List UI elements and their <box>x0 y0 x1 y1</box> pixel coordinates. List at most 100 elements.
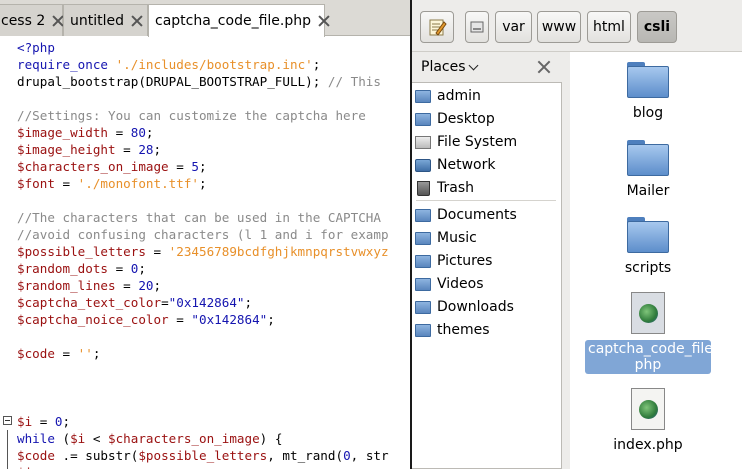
code-line: $code = ''; <box>17 345 100 362</box>
sidebar-item-label: File System <box>437 134 518 150</box>
code-line: drupal_bootstrap(DRUPAL_BOOTSTRAP_FULL);… <box>17 73 381 90</box>
location-toggle-button[interactable] <box>420 11 454 43</box>
code-token: ; <box>138 261 146 276</box>
code-editor[interactable]: cess 2 untitled captcha_code_file.php <?… <box>0 0 410 469</box>
code-token: = <box>108 125 131 140</box>
code-token: while <box>17 431 55 446</box>
sidebar-item-admin[interactable]: admin <box>412 85 560 107</box>
file-item[interactable]: index.php <box>584 388 712 454</box>
php-file-icon <box>631 388 665 430</box>
code-line: //Settings: You can customize the captch… <box>17 107 366 124</box>
sidebar-item-label: Documents <box>437 207 517 223</box>
code-token: = <box>54 176 78 191</box>
folder-icon <box>627 62 669 98</box>
code-token: ; <box>145 125 154 140</box>
tab-untitled[interactable]: untitled <box>63 4 148 36</box>
code-line: $font = './monofont.ttf'; <box>17 175 207 192</box>
root-crumb-button[interactable] <box>465 11 489 43</box>
sidebar-item-videos[interactable]: Videos <box>412 273 560 295</box>
sidebar-item-pictures[interactable]: Pictures <box>412 250 560 272</box>
code-token: = <box>32 414 55 429</box>
code-token: = <box>115 278 139 293</box>
code-line: $image_width = 80; <box>17 124 154 141</box>
code-line: $random_lines = 20; <box>17 277 161 294</box>
crumb-csli[interactable]: csli <box>637 11 677 43</box>
code-token: ; <box>267 312 275 327</box>
code-line: $possible_letters = '23456789bcdfghjkmnp… <box>17 243 389 260</box>
code-line: $code .= substr($possible_letters, mt_ra… <box>17 447 389 464</box>
fold-toggle-icon[interactable] <box>3 416 12 425</box>
close-icon[interactable] <box>537 60 551 74</box>
code-token: = <box>108 261 131 276</box>
sidebar-item-desktop[interactable]: Desktop <box>412 108 560 130</box>
folder-item[interactable]: Mailer <box>584 140 712 200</box>
file-label-line: php <box>634 357 662 373</box>
code-token: 20 <box>138 278 154 293</box>
sidebar-item-label: Network <box>437 157 496 173</box>
code-line: $image_height = 28; <box>17 141 161 158</box>
code-token: //The characters that can be used in the… <box>17 210 381 225</box>
code-token: = <box>168 312 192 327</box>
file-label: index.php <box>613 437 683 453</box>
sidebar-item-documents[interactable]: Documents <box>412 204 560 226</box>
code-token: $code <box>17 346 55 361</box>
code-token: = <box>168 159 192 174</box>
code-token: $i <box>17 465 32 469</box>
code-token: ; <box>312 57 321 72</box>
code-token: ; <box>199 159 207 174</box>
code-token: .= substr( <box>54 448 139 463</box>
folder-item[interactable]: blog <box>584 62 712 122</box>
code-token: = <box>145 244 169 259</box>
code-token: $random_lines <box>17 278 116 293</box>
sidebar-item-network[interactable]: Network <box>412 154 560 176</box>
sidebar-item-label: Pictures <box>437 253 493 269</box>
crumb-www[interactable]: www <box>537 11 581 43</box>
code-token: ( <box>54 431 71 446</box>
code-line: require_once './includes/bootstrap.inc'; <box>17 56 320 73</box>
code-line: while ($i < $characters_on_image) { <box>17 430 282 447</box>
tab-label: captcha_code_file.php <box>155 13 311 29</box>
code-token: "0x142864" <box>168 295 245 310</box>
crumb-html[interactable]: html <box>587 11 631 43</box>
code-line: $captcha_text_color="0x142864"; <box>17 294 252 311</box>
code-area[interactable]: <?php require_once './includes/bootstrap.… <box>0 36 410 469</box>
code-line: $i = 0; <box>17 413 70 430</box>
sidebar-resize-handle[interactable] <box>562 82 570 469</box>
places-sidebar: admin Desktop File System Network Trash Docum… <box>412 82 562 469</box>
sidebar-item-downloads[interactable]: Downloads <box>412 296 560 318</box>
crumb-var[interactable]: var <box>495 11 532 43</box>
code-token: $font <box>17 176 55 191</box>
code-token: $captcha_noice_color <box>17 312 169 327</box>
code-token: ) { <box>259 431 283 446</box>
code-token: $possible_letters <box>138 448 268 463</box>
folder-icon <box>415 112 431 126</box>
sidebar-item-file-system[interactable]: File System <box>412 131 560 153</box>
close-icon[interactable] <box>51 14 56 28</box>
folder-item[interactable]: scripts <box>584 217 712 277</box>
folder-icon <box>627 217 669 253</box>
code-token: ; <box>62 414 71 429</box>
close-icon[interactable] <box>130 14 141 28</box>
code-token: './monofont.ttf' <box>77 176 199 191</box>
code-token: require_once <box>17 57 108 72</box>
code-token: ; <box>153 278 162 293</box>
sidebar-item-trash[interactable]: Trash <box>412 177 560 199</box>
code-token: ; <box>199 176 207 191</box>
file-view[interactable]: blog Mailer scripts captcha_code_file. phpin… <box>570 52 742 469</box>
code-token: $i <box>70 431 86 446</box>
sidebar-item-themes[interactable]: themes <box>412 319 560 341</box>
path-toolbar: var www html csli <box>412 0 742 52</box>
sidebar-item-music[interactable]: Music <box>412 227 560 249</box>
code-token: <?php <box>17 40 55 55</box>
code-token: $image_width <box>17 125 108 140</box>
close-icon[interactable] <box>317 14 318 28</box>
file-item[interactable]: captcha_code_file. php <box>584 292 717 374</box>
tab-captcha-code-file[interactable]: captcha_code_file.php <box>148 4 325 37</box>
tab-cess-2[interactable]: cess 2 <box>0 4 63 36</box>
trash-icon <box>417 180 430 196</box>
drive-icon <box>470 21 484 33</box>
editor-tab-bar: cess 2 untitled captcha_code_file.php <box>0 0 410 37</box>
tab-label: untitled <box>70 12 125 29</box>
code-token: , mt_rand( <box>267 448 344 463</box>
